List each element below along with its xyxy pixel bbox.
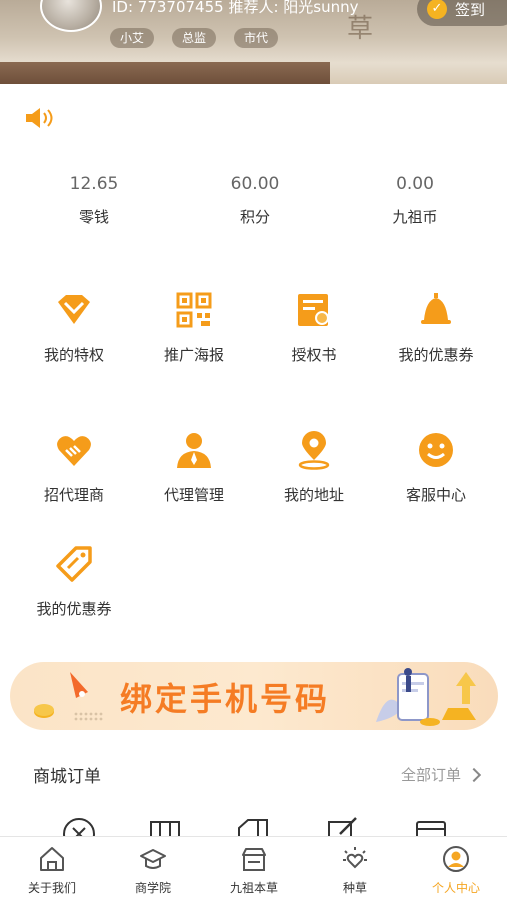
bell-icon [421, 293, 451, 324]
sun-heart-icon [343, 847, 367, 869]
grid-item-customer-service[interactable]: 客服中心 [376, 430, 496, 505]
grid-item-label: 推广海报 [163, 346, 224, 364]
grid-item-recruit-agent[interactable]: 招代理商 [14, 430, 134, 505]
agent-icon [177, 433, 211, 468]
stat-points[interactable]: 60.00 积分 [200, 174, 310, 227]
stat-change[interactable]: 12.65 零钱 [39, 174, 149, 227]
stat-value: 60.00 [230, 174, 280, 194]
user-tag: 市代 [234, 28, 279, 48]
grid-item-label: 我的优惠券 [398, 346, 474, 364]
rocket-coin-illustration [34, 672, 103, 721]
stat-value: 12.65 [69, 174, 119, 194]
tab-business-school[interactable]: 商学院 [103, 845, 203, 896]
location-pin-icon [298, 431, 330, 470]
stat-label: 零钱 [78, 208, 109, 226]
tab-label: 个人中心 [431, 881, 480, 895]
banner-title: 绑定手机号码 [120, 680, 331, 718]
bottom-tab-bar: 关于我们 商学院 九祖本草 种草 个人中心 [0, 836, 507, 900]
stat-label: 积分 [239, 208, 270, 226]
tab-label: 关于我们 [27, 881, 76, 895]
grid-item-agent-management[interactable]: 代理管理 [134, 430, 254, 505]
grid-item-label: 我的优惠券 [36, 600, 112, 618]
avatar[interactable] [40, 0, 102, 32]
person-icon [443, 846, 469, 872]
phone-illustration [376, 668, 476, 726]
tab-grass[interactable]: 种草 [305, 845, 405, 896]
profile-header: 草 ID: 773707455 推荐人: 阳光sunny 小艾 总监 市代 ✓ … [0, 0, 507, 84]
diamond-icon [58, 295, 90, 324]
all-orders-label: 全部订单 [400, 766, 461, 784]
grid-item-coupons[interactable]: 我的优惠券 [376, 290, 496, 365]
graduation-cap-icon [140, 849, 166, 869]
speaker-icon[interactable] [24, 106, 56, 130]
store-icon [242, 848, 266, 871]
header-shelf [0, 62, 330, 84]
user-tag: 小艾 [110, 28, 155, 48]
orders-title: 商城订单 [33, 767, 101, 787]
handshake-icon [57, 436, 91, 466]
pending-payment-icon[interactable] [62, 816, 96, 836]
pending-review-icon[interactable] [326, 816, 360, 836]
all-orders-link[interactable]: 全部订单 [400, 764, 482, 785]
grid-item-address[interactable]: 我的地址 [254, 430, 374, 505]
grid-item-privilege[interactable]: 我的特权 [14, 290, 134, 365]
chevron-right-icon [466, 767, 482, 782]
home-icon [40, 847, 64, 871]
tab-label: 九祖本草 [229, 881, 278, 895]
user-tag: 总监 [172, 28, 217, 48]
main-content: 12.65 零钱 60.00 积分 0.00 九祖币 我的特权 推广海报 授权书… [0, 84, 507, 836]
stat-coins[interactable]: 0.00 九祖币 [360, 174, 470, 227]
header-decoration: 草 [347, 14, 374, 44]
grid-item-label: 我的地址 [283, 486, 344, 504]
qr-code-icon [176, 292, 212, 328]
grid-item-label: 我的特权 [43, 346, 104, 364]
grid-item-poster[interactable]: 推广海报 [134, 290, 254, 365]
grid-item-label: 代理管理 [163, 486, 224, 504]
pending-receipt-icon[interactable] [236, 816, 270, 836]
bind-phone-banner[interactable]: 绑定手机号码 [10, 662, 498, 730]
coupon-tag-icon [56, 546, 92, 582]
smile-icon [419, 433, 453, 467]
tab-about-us[interactable]: 关于我们 [2, 845, 102, 896]
tab-jiuzu-bencao[interactable]: 九祖本草 [204, 845, 304, 896]
after-sales-icon[interactable] [414, 816, 448, 836]
grid-item-authorization[interactable]: 授权书 [254, 290, 374, 365]
signin-label: 签到 [455, 0, 486, 19]
grid-item-label: 授权书 [291, 346, 337, 364]
user-id-line: ID: 773707455 推荐人: 阳光sunny [112, 0, 359, 16]
check-icon: ✓ [427, 0, 447, 19]
signin-button[interactable]: ✓ 签到 [417, 0, 507, 26]
grid-item-label: 客服中心 [405, 486, 466, 504]
stat-label: 九祖币 [392, 208, 438, 226]
pending-shipment-icon[interactable] [148, 816, 182, 836]
certificate-icon [298, 294, 329, 326]
tab-label: 种草 [342, 881, 367, 895]
grid-item-my-coupons[interactable]: 我的优惠券 [14, 544, 134, 619]
stat-value: 0.00 [396, 174, 434, 194]
tab-label: 商学院 [134, 881, 171, 895]
tab-personal-center[interactable]: 个人中心 [406, 845, 506, 896]
grid-item-label: 招代理商 [43, 486, 104, 504]
